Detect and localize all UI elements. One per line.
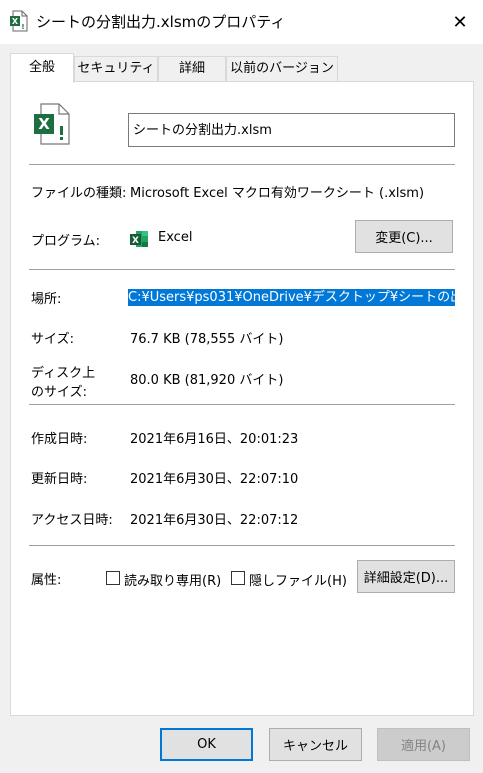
excel-macro-file-icon: X ! — [10, 10, 28, 32]
readonly-checkbox[interactable] — [106, 571, 120, 585]
hidden-checkbox[interactable] — [231, 571, 245, 585]
separator — [29, 164, 455, 165]
svg-text:X: X — [38, 115, 50, 133]
disk-size-value: 80.0 KB (81,920 バイト) — [130, 373, 284, 388]
file-type-value: Microsoft Excel マクロ有効ワークシート (.xlsm) — [130, 186, 425, 201]
cancel-button[interactable]: キャンセル — [269, 728, 362, 761]
window-title: シートの分割出力.xlsmのプロパティ — [36, 13, 286, 31]
advanced-attributes-button[interactable]: 詳細設定(D)... — [357, 560, 455, 593]
modified-value: 2021年6月30日、22:07:10 — [130, 472, 299, 487]
svg-text:X: X — [12, 17, 19, 26]
accessed-label: アクセス日時: — [31, 513, 113, 528]
tab-general[interactable]: 全般 — [10, 53, 74, 83]
apply-button[interactable]: 適用(A) — [377, 728, 470, 761]
location-value[interactable]: C:¥Users¥ps031¥OneDrive¥デスクトップ¥シートの出力 — [128, 286, 455, 306]
size-value: 76.7 KB (78,555 バイト) — [130, 332, 284, 347]
tab-previous-versions[interactable]: 以前のバージョン — [226, 56, 338, 82]
separator — [29, 269, 455, 270]
title-bar: X ! シートの分割出力.xlsmのプロパティ ✕ — [0, 0, 483, 44]
tab-security[interactable]: セキュリティ — [74, 56, 158, 82]
location-text: C:¥Users¥ps031¥OneDrive¥デスクトップ¥シートの出力 — [128, 289, 455, 306]
change-program-button[interactable]: 変更(C)... — [355, 220, 453, 253]
excel-macro-file-icon: X — [34, 103, 70, 145]
accessed-value: 2021年6月30日、22:07:12 — [130, 513, 299, 528]
ok-button[interactable]: OK — [160, 728, 253, 761]
created-value: 2021年6月16日、20:01:23 — [130, 432, 299, 447]
location-label: 場所: — [31, 292, 62, 307]
attributes-label: 属性: — [31, 573, 62, 588]
readonly-label[interactable]: 読み取り専用(R) — [124, 570, 221, 589]
program-value: Excel — [158, 230, 193, 245]
close-button[interactable]: ✕ — [437, 0, 483, 44]
hidden-label[interactable]: 隠しファイル(H) — [249, 570, 347, 589]
general-panel: X シートの分割出力.xlsm ファイルの種類: Microsoft Excel… — [10, 81, 474, 716]
properties-dialog: X ! シートの分割出力.xlsmのプロパティ ✕ 全般 セキュリティ 詳細 以… — [0, 0, 483, 773]
svg-text:!: ! — [21, 23, 24, 31]
modified-label: 更新日時: — [31, 472, 88, 487]
size-label: サイズ: — [31, 332, 74, 347]
file-name-field[interactable]: シートの分割出力.xlsm — [128, 113, 455, 147]
separator — [29, 404, 455, 405]
created-label: 作成日時: — [31, 432, 88, 447]
disk-size-label-line2: のサイズ: — [31, 385, 87, 400]
svg-text:X: X — [132, 236, 139, 246]
excel-app-icon: X — [130, 231, 148, 247]
separator — [29, 545, 455, 546]
disk-size-label-line1: ディスク上 — [31, 366, 96, 381]
file-type-label: ファイルの種類: — [31, 186, 127, 201]
tab-details[interactable]: 詳細 — [158, 56, 226, 82]
program-label: プログラム: — [31, 234, 100, 249]
